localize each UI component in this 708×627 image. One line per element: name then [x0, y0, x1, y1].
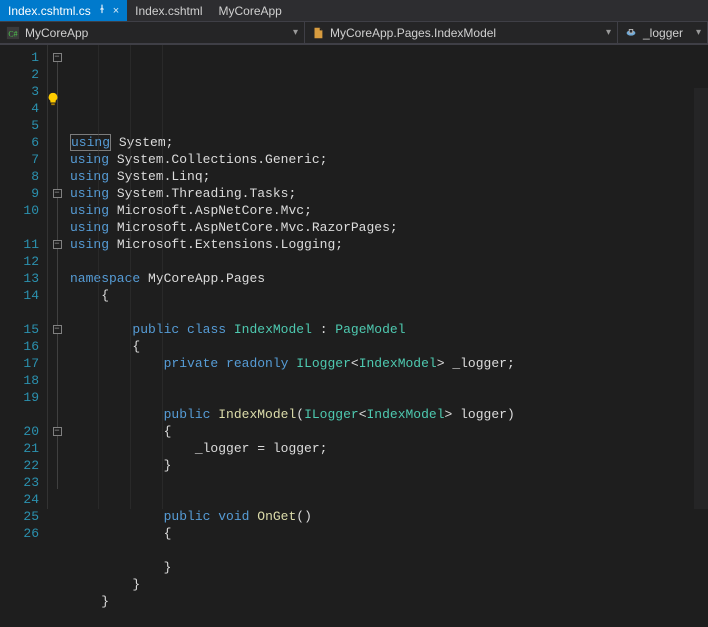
code-line[interactable]	[70, 389, 708, 406]
line-number: 8	[0, 168, 39, 185]
nav-scope-label: MyCoreApp.Pages.IndexModel	[330, 26, 496, 40]
line-number: 2	[0, 66, 39, 83]
line-number: 3	[0, 83, 39, 100]
tab-label: MyCoreApp	[219, 4, 282, 18]
code-line[interactable]: using System;	[70, 134, 708, 151]
code-editor[interactable]: 1234567891011121314151617181920212223242…	[0, 44, 708, 509]
line-number: 6	[0, 134, 39, 151]
chevron-down-icon: ▾	[293, 27, 298, 38]
code-line[interactable]: using Microsoft.AspNetCore.Mvc;	[70, 202, 708, 219]
line-number: 12	[0, 253, 39, 270]
tab-label: Index.cshtml	[135, 4, 202, 18]
line-number	[0, 219, 39, 236]
code-line[interactable]: private readonly ILogger<IndexModel> _lo…	[70, 355, 708, 372]
code-line[interactable]: }	[70, 593, 708, 610]
fold-column: − − − − −	[48, 45, 66, 509]
line-number: 7	[0, 151, 39, 168]
line-number: 1	[0, 49, 39, 66]
code-line[interactable]: using System.Collections.Generic;	[70, 151, 708, 168]
code-line[interactable]: }	[70, 457, 708, 474]
tab-index-cshtml-cs[interactable]: Index.cshtml.cs ×	[0, 0, 127, 21]
code-line[interactable]: using Microsoft.AspNetCore.Mvc.RazorPage…	[70, 219, 708, 236]
code-line[interactable]	[70, 610, 708, 627]
fold-toggle-icon[interactable]: −	[53, 189, 62, 198]
close-icon[interactable]: ×	[113, 5, 119, 17]
vertical-scrollbar[interactable]	[694, 88, 708, 509]
code-area[interactable]: using System;using System.Collections.Ge…	[66, 45, 708, 509]
fold-cell	[48, 491, 66, 508]
tab-mycoreapp[interactable]: MyCoreApp	[211, 0, 290, 21]
code-line[interactable]	[70, 542, 708, 559]
code-line[interactable]: {	[70, 287, 708, 304]
fold-cell	[48, 508, 66, 525]
code-line[interactable]	[70, 491, 708, 508]
csharp-project-icon: C#	[6, 26, 20, 40]
code-line[interactable]	[70, 304, 708, 321]
line-number: 13	[0, 270, 39, 287]
line-number-gutter: 1234567891011121314151617181920212223242…	[0, 45, 48, 509]
code-line[interactable]: public void OnGet()	[70, 508, 708, 525]
line-number	[0, 406, 39, 423]
line-number: 25	[0, 508, 39, 525]
code-line[interactable]	[70, 474, 708, 491]
code-line[interactable]: {	[70, 423, 708, 440]
line-number: 15	[0, 321, 39, 338]
line-number: 5	[0, 117, 39, 134]
line-number: 23	[0, 474, 39, 491]
line-number: 11	[0, 236, 39, 253]
nav-project-dropdown[interactable]: C# MyCoreApp ▾	[0, 22, 305, 43]
line-number: 16	[0, 338, 39, 355]
fold-cell	[48, 525, 66, 542]
line-number: 26	[0, 525, 39, 542]
svg-text:C#: C#	[8, 29, 17, 38]
code-line[interactable]: {	[70, 525, 708, 542]
line-number: 14	[0, 287, 39, 304]
code-line[interactable]	[70, 372, 708, 389]
pin-icon[interactable]	[97, 4, 107, 17]
line-number: 18	[0, 372, 39, 389]
code-line[interactable]: }	[70, 576, 708, 593]
line-number: 9	[0, 185, 39, 202]
code-line[interactable]: using System.Linq;	[70, 168, 708, 185]
line-number: 22	[0, 457, 39, 474]
code-line[interactable]: public class IndexModel : PageModel	[70, 321, 708, 338]
line-number: 20	[0, 423, 39, 440]
nav-member-label: _logger	[643, 26, 683, 40]
fold-toggle-icon[interactable]: −	[53, 240, 62, 249]
code-line[interactable]	[70, 253, 708, 270]
line-number: 17	[0, 355, 39, 372]
line-number: 10	[0, 202, 39, 219]
line-number	[0, 304, 39, 321]
nav-member-dropdown[interactable]: _logger ▾	[618, 22, 708, 43]
code-line[interactable]: using Microsoft.Extensions.Logging;	[70, 236, 708, 253]
line-number: 21	[0, 440, 39, 457]
code-line[interactable]: _logger = logger;	[70, 440, 708, 457]
fold-toggle-icon[interactable]: −	[53, 427, 62, 436]
code-line[interactable]: namespace MyCoreApp.Pages	[70, 270, 708, 287]
tab-bar: Index.cshtml.cs × Index.cshtml MyCoreApp	[0, 0, 708, 22]
class-icon	[311, 26, 325, 40]
chevron-down-icon: ▾	[696, 27, 701, 38]
line-number: 4	[0, 100, 39, 117]
code-line[interactable]: }	[70, 559, 708, 576]
tab-index-cshtml[interactable]: Index.cshtml	[127, 0, 210, 21]
nav-scope-dropdown[interactable]: MyCoreApp.Pages.IndexModel ▾	[305, 22, 618, 43]
chevron-down-icon: ▾	[606, 27, 611, 38]
line-number: 19	[0, 389, 39, 406]
fold-toggle-icon[interactable]: −	[53, 325, 62, 334]
code-line[interactable]: {	[70, 338, 708, 355]
fold-toggle-icon[interactable]: −	[53, 53, 62, 62]
navigation-bar: C# MyCoreApp ▾ MyCoreApp.Pages.IndexMode…	[0, 22, 708, 44]
code-line[interactable]: public IndexModel(ILogger<IndexModel> lo…	[70, 406, 708, 423]
nav-project-label: MyCoreApp	[25, 26, 88, 40]
code-line[interactable]: using System.Threading.Tasks;	[70, 185, 708, 202]
field-icon	[624, 26, 638, 40]
line-number: 24	[0, 491, 39, 508]
tab-label: Index.cshtml.cs	[8, 4, 91, 18]
